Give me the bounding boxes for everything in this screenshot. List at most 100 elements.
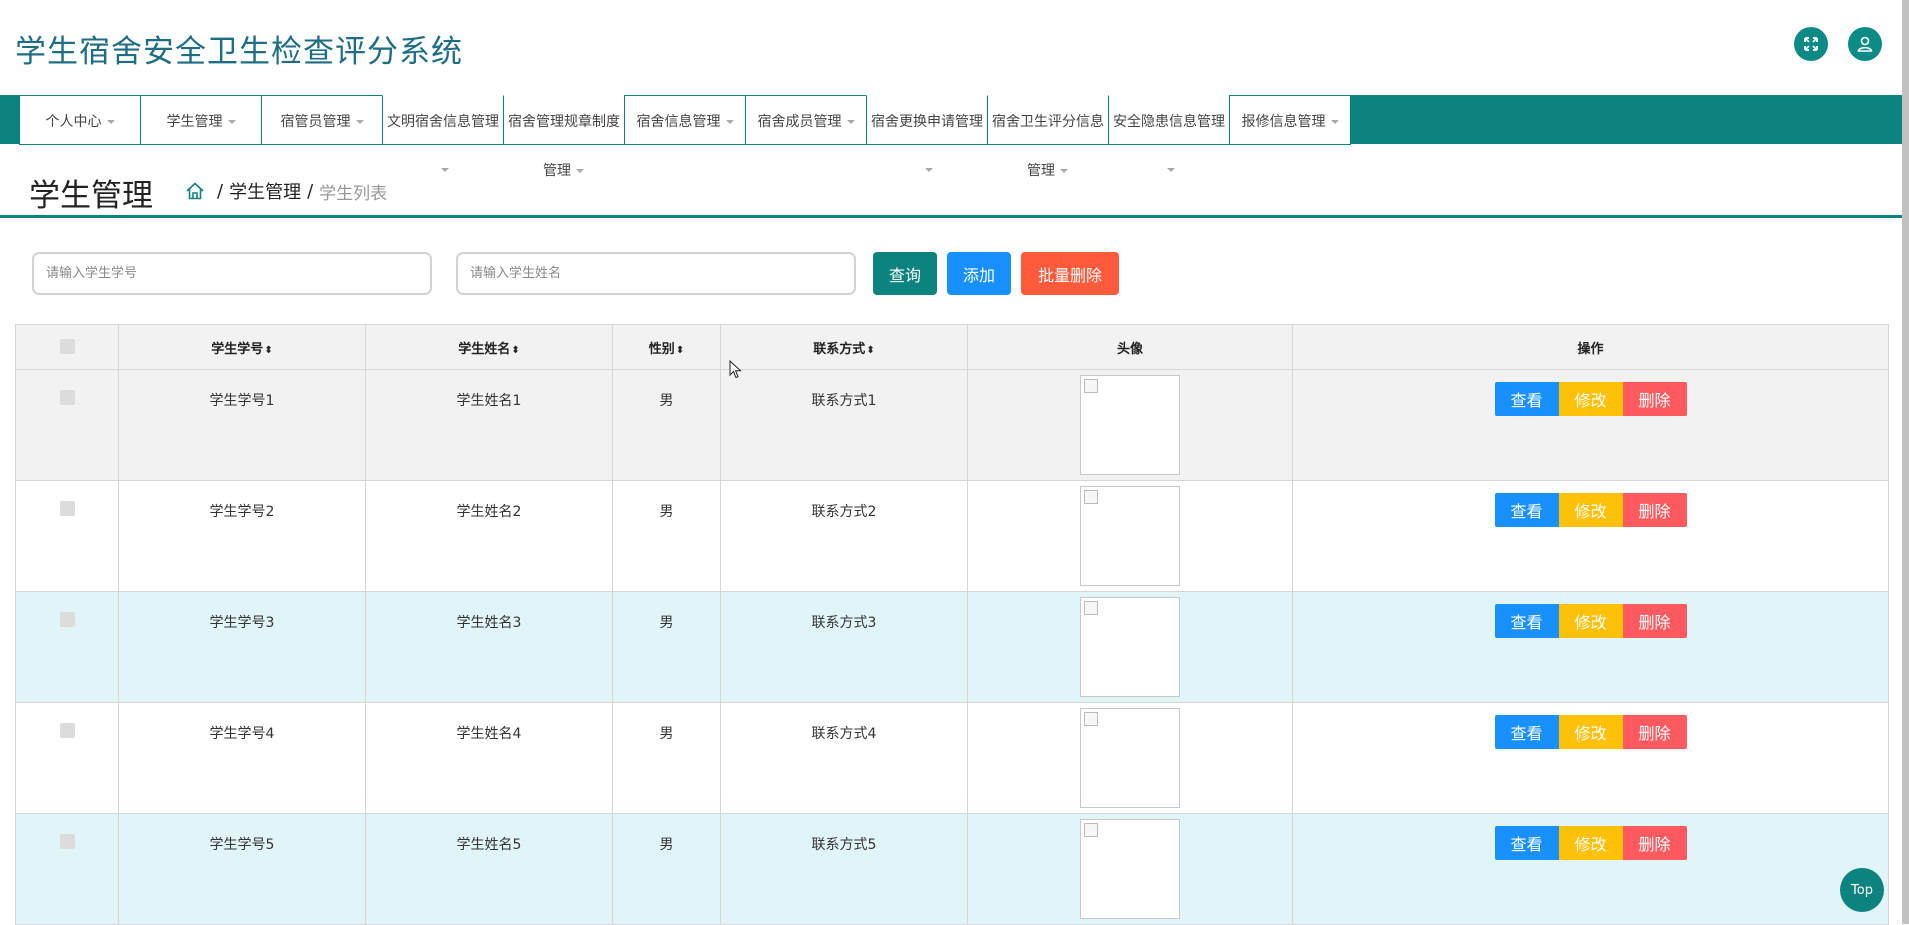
cell-student-no: 学生学号3: [118, 591, 366, 703]
nav-item-repair[interactable]: 报修信息管理: [1229, 95, 1351, 145]
nav-item-personal-center[interactable]: 个人中心: [19, 95, 141, 145]
view-button[interactable]: 查看: [1494, 715, 1559, 749]
nav-overflow-label: 管理: [543, 163, 571, 179]
avatar-image[interactable]: [1080, 486, 1180, 586]
sort-icon[interactable]: ⬍: [866, 345, 874, 356]
nav-overflow-civilized[interactable]: [441, 160, 449, 176]
edit-button[interactable]: 修改: [1558, 493, 1623, 527]
select-all-cell[interactable]: [15, 324, 119, 370]
cell-name: 学生姓名3: [365, 591, 613, 703]
avatar-image[interactable]: [1080, 708, 1180, 808]
view-button[interactable]: 查看: [1494, 493, 1559, 527]
row-actions: 查看 修改 删除: [1293, 493, 1888, 527]
scrollbar-thumb[interactable]: [1902, 0, 1909, 924]
column-header-name[interactable]: 学生姓名⬍: [365, 324, 613, 370]
nav-overflow-rules[interactable]: 管理: [543, 160, 584, 180]
delete-button[interactable]: 删除: [1622, 382, 1687, 416]
table-row: 学生学号2 学生姓名2 男 联系方式2 查看 修改 删除: [15, 480, 1889, 592]
row-actions: 查看 修改 删除: [1293, 715, 1888, 749]
caret-down-icon: [441, 168, 449, 172]
nav-label: 学生管理: [166, 114, 223, 130]
delete-button[interactable]: 删除: [1622, 493, 1687, 527]
home-icon[interactable]: [185, 181, 205, 201]
delete-button[interactable]: 删除: [1622, 715, 1687, 749]
cell-contact: 联系方式2: [720, 480, 968, 592]
select-all-checkbox[interactable]: [59, 338, 75, 354]
student-name-input[interactable]: [456, 252, 856, 295]
nav-label: 宿舍管理规章制度: [508, 114, 620, 130]
broken-image-icon: [1084, 712, 1098, 726]
app-title: 学生宿舍安全卫生检查评分系统: [15, 34, 463, 70]
column-label: 学生学号: [211, 341, 264, 357]
caret-down-icon: [1060, 169, 1068, 173]
row-checkbox[interactable]: [59, 612, 75, 627]
table-row: 学生学号4 学生姓名4 男 联系方式4 查看 修改 删除: [15, 702, 1889, 814]
cell-name: 学生姓名1: [365, 369, 613, 481]
nav-label: 宿舍更换申请管理: [871, 114, 983, 130]
sort-icon[interactable]: ⬍: [264, 345, 272, 356]
edit-button[interactable]: 修改: [1558, 382, 1623, 416]
nav-label: 宿舍信息管理: [636, 114, 721, 130]
nav-label: 宿管员管理: [280, 114, 351, 130]
fullscreen-button[interactable]: [1794, 27, 1828, 61]
back-to-top-button[interactable]: Top: [1840, 868, 1884, 912]
avatar-image[interactable]: [1080, 375, 1180, 475]
row-checkbox[interactable]: [59, 390, 75, 405]
column-label: 联系方式: [813, 341, 866, 357]
view-button[interactable]: 查看: [1494, 382, 1559, 416]
view-button[interactable]: 查看: [1494, 826, 1559, 860]
table-header-row: 学生学号⬍ 学生姓名⬍ 性别⬍ 联系方式⬍ 头像 操作: [15, 324, 1889, 370]
view-button[interactable]: 查看: [1494, 604, 1559, 638]
delete-button[interactable]: 删除: [1622, 604, 1687, 638]
nav-item-dorm-rules[interactable]: 宿舍管理规章制度: [503, 95, 625, 145]
query-button[interactable]: 查询: [873, 252, 937, 295]
edit-button[interactable]: 修改: [1558, 826, 1623, 860]
nav-item-civilized-dorm[interactable]: 文明宿舍信息管理: [382, 95, 504, 145]
user-button[interactable]: [1848, 27, 1882, 61]
caret-down-icon: [725, 120, 734, 124]
avatar-image[interactable]: [1080, 819, 1180, 919]
student-no-input[interactable]: [32, 252, 432, 295]
row-checkbox[interactable]: [59, 501, 75, 516]
avatar-image[interactable]: [1080, 597, 1180, 697]
sort-icon[interactable]: ⬍: [676, 345, 684, 356]
nav-item-student-management[interactable]: 学生管理: [140, 95, 262, 145]
nav-item-dorm-members[interactable]: 宿舍成员管理: [745, 95, 867, 145]
column-header-student-no[interactable]: 学生学号⬍: [118, 324, 366, 370]
edit-button[interactable]: 修改: [1558, 715, 1623, 749]
delete-button[interactable]: 删除: [1622, 826, 1687, 860]
user-icon: [1857, 36, 1873, 52]
nav-overflow-change[interactable]: [925, 160, 933, 176]
column-header-contact[interactable]: 联系方式⬍: [720, 324, 968, 370]
nav-overflow-hazard[interactable]: [1167, 160, 1175, 176]
page-title: 学生管理: [29, 178, 153, 214]
nav-item-dorm-info[interactable]: 宿舍信息管理: [624, 95, 746, 145]
breadcrumb: / 学生管理 / 学生列表: [185, 178, 387, 204]
caret-down-icon: [106, 120, 115, 124]
scrollbar[interactable]: [1902, 0, 1909, 924]
nav-item-dorm-manager[interactable]: 宿管员管理: [261, 95, 383, 145]
table-row: 学生学号3 学生姓名3 男 联系方式3 查看 修改 删除: [15, 591, 1889, 703]
nav-overflow-score[interactable]: 管理: [1027, 160, 1068, 180]
breadcrumb-separator: /: [217, 180, 224, 202]
caret-down-icon: [1167, 168, 1175, 172]
breadcrumb-section[interactable]: 学生管理: [229, 178, 301, 204]
cell-gender: 男: [612, 480, 721, 592]
row-checkbox[interactable]: [59, 834, 75, 849]
caret-down-icon: [576, 169, 584, 173]
nav-item-dorm-change[interactable]: 宿舍更换申请管理: [866, 95, 988, 145]
column-header-avatar: 头像: [967, 324, 1293, 370]
add-button[interactable]: 添加: [947, 252, 1011, 295]
caret-down-icon: [1330, 120, 1339, 124]
edit-button[interactable]: 修改: [1558, 604, 1623, 638]
nav-item-safety-hazard[interactable]: 安全隐患信息管理: [1108, 95, 1230, 145]
caret-down-icon: [355, 120, 364, 124]
sort-icon[interactable]: ⬍: [511, 345, 519, 356]
breadcrumb-current: 学生列表: [319, 183, 388, 204]
batch-delete-button[interactable]: 批量删除: [1021, 252, 1119, 295]
nav-item-hygiene-score[interactable]: 宿舍卫生评分信息: [987, 95, 1109, 145]
column-header-gender[interactable]: 性别⬍: [612, 324, 721, 370]
cell-student-no: 学生学号1: [118, 369, 366, 481]
row-checkbox[interactable]: [59, 723, 75, 738]
nav-label: 个人中心: [45, 114, 102, 130]
